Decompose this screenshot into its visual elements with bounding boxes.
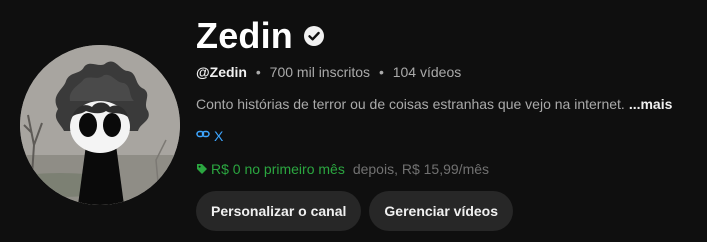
tag-icon [196, 163, 208, 175]
avatar-illustration [20, 45, 180, 205]
manage-videos-button[interactable]: Gerenciar vídeos [369, 191, 514, 231]
channel-meta: @Zedin • 700 mil inscritos • 104 vídeos [196, 64, 461, 80]
channel-link[interactable]: X [196, 127, 223, 144]
channel-description[interactable]: Conto histórias de terror ou de coisas e… [196, 96, 672, 112]
customize-channel-button[interactable]: Personalizar o canal [196, 191, 362, 231]
link-icon [196, 127, 214, 144]
regular-price: depois, R$ 15,99/mês [352, 161, 490, 177]
link-label: X [214, 127, 224, 144]
action-buttons: Personalizar o canal Gerenciar vídeos [196, 191, 514, 231]
description-text: Conto histórias de terror ou de coisas e… [196, 96, 625, 112]
more-link[interactable]: ...mais [629, 96, 673, 112]
meta-separator: • [255, 64, 261, 80]
verified-check-icon [303, 25, 325, 47]
video-count: 104 vídeos [392, 64, 462, 80]
channel-handle: @Zedin [196, 64, 247, 80]
channel-avatar[interactable] [20, 45, 180, 205]
title-row: Zedin [196, 14, 325, 58]
subscriber-count: 700 mil inscritos [269, 64, 371, 80]
membership-offer[interactable]: R$ 0 no primeiro mês depois, R$ 15,99/mê… [196, 161, 489, 177]
channel-name: Zedin [196, 15, 293, 56]
promo-price: R$ 0 no primeiro mês [211, 161, 345, 177]
meta-separator: • [378, 64, 384, 80]
